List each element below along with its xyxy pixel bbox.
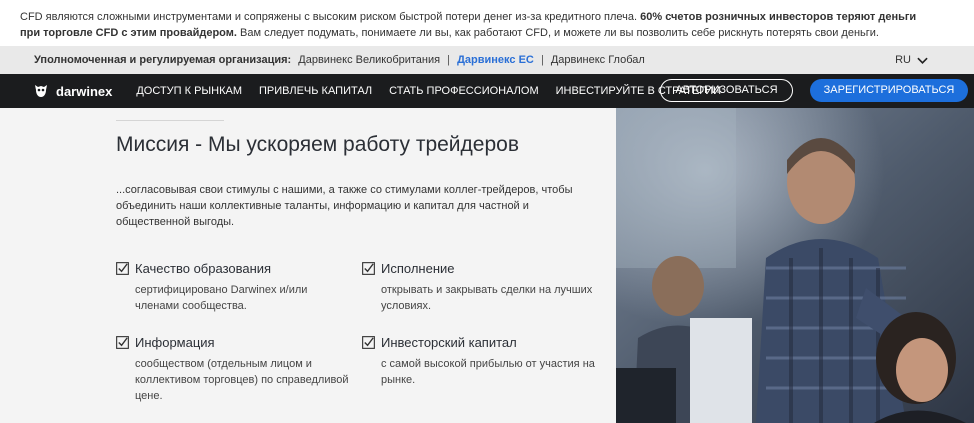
login-button[interactable]: АВТОРИЗОВАТЬСЯ <box>660 79 793 102</box>
feature-investor-capital: Инвесторский капитал с самой высокой при… <box>362 335 595 388</box>
language-label: RU <box>895 54 911 66</box>
entity-eu-link[interactable]: Дарвинекс ЕС <box>457 54 534 66</box>
mission-intro: ...согласовывая свои стимулы с нашими, а… <box>116 184 573 228</box>
checkbox-check-icon <box>362 336 375 349</box>
feature-title: Качество образования <box>135 261 272 276</box>
feature-description: открывать и закрывать сделки на лучших у… <box>381 284 593 312</box>
risk-text: CFD являются сложными инструментами и со… <box>20 11 638 23</box>
brand-logo[interactable]: darwinex <box>33 83 112 99</box>
feature-description: сертифицировано Darwinex и/или членами с… <box>135 284 308 312</box>
mission-section: Миссия - Мы ускоряем работу трейдеров ..… <box>0 108 616 423</box>
nav-menu: ДОСТУП К РЫНКАМ ПРИВЛЕЧЬ КАПИТАЛ СТАТЬ П… <box>136 85 721 97</box>
separator: | <box>447 54 451 66</box>
risk-text-2: Вам следует подумать, понимаете ли вы, к… <box>240 27 879 39</box>
nav-item-markets[interactable]: ДОСТУП К РЫНКАМ <box>136 85 242 97</box>
hero-photo <box>616 108 974 423</box>
page-title: Миссия - Мы ускоряем работу трейдеров <box>116 133 519 156</box>
divider <box>116 120 224 121</box>
feature-information: Информация сообществом (отдельным лицом … <box>116 335 348 404</box>
regulation-title: Уполномоченная и регулируемая организаци… <box>34 54 292 66</box>
chevron-down-icon <box>917 57 928 64</box>
feature-title: Исполнение <box>381 261 455 276</box>
team-photo-image <box>616 108 974 423</box>
checkbox-check-icon <box>116 336 129 349</box>
checkbox-check-icon <box>362 262 375 275</box>
regulation-bar: Уполномоченная и регулируемая организаци… <box>0 46 974 74</box>
entity-global-link[interactable]: Дарвинекс Глобал <box>551 54 645 66</box>
owl-logo-icon <box>35 85 47 97</box>
register-button[interactable]: ЗАРЕГИСТРИРОВАТЬСЯ <box>810 79 968 102</box>
brand-name: darwinex <box>56 83 113 99</box>
nav-item-raise-capital[interactable]: ПРИВЛЕЧЬ КАПИТАЛ <box>259 85 372 97</box>
feature-title: Инвесторский капитал <box>381 335 517 350</box>
feature-description: сообществом (отдельным лицом и коллектив… <box>135 358 349 402</box>
separator: | <box>540 54 544 66</box>
entity-uk-link[interactable]: Дарвинекс Великобритания <box>298 54 440 66</box>
risk-warning: CFD являются сложными инструментами и со… <box>0 0 974 46</box>
feature-description: с самой высокой прибылью от участия на р… <box>381 358 595 386</box>
language-selector[interactable]: RU <box>895 46 928 74</box>
feature-title: Информация <box>135 335 215 350</box>
feature-execution: Исполнение открывать и закрывать сделки … <box>362 261 592 314</box>
main-navbar: darwinex ДОСТУП К РЫНКАМ ПРИВЛЕЧЬ КАПИТА… <box>0 74 974 108</box>
nav-item-become-pro[interactable]: СТАТЬ ПРОФЕССИОНАЛОМ <box>389 85 538 97</box>
checkbox-check-icon <box>116 262 129 275</box>
feature-education: Качество образования сертифицировано Dar… <box>116 261 346 314</box>
